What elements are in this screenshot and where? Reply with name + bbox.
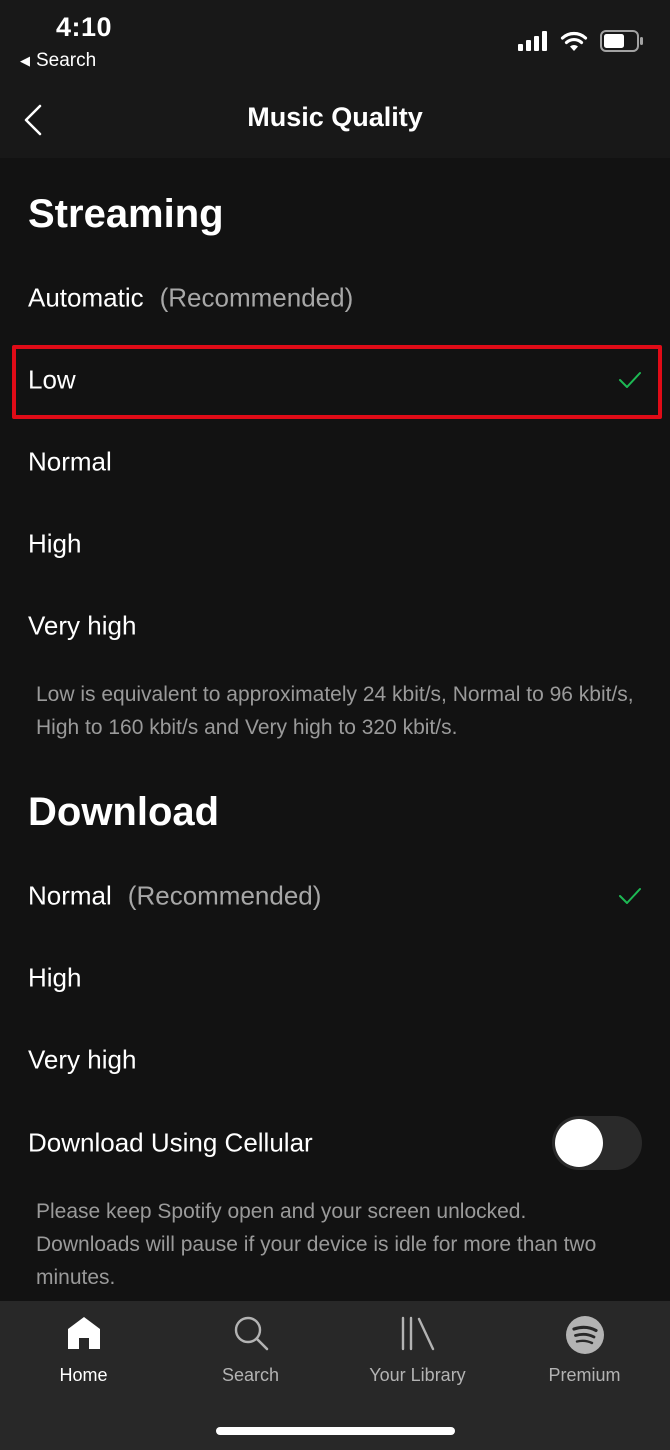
- wifi-icon: [560, 31, 588, 51]
- option-label: Normal (Recommended): [28, 881, 321, 912]
- checkmark-icon: [619, 888, 641, 904]
- option-text: High: [28, 962, 82, 993]
- option-text: Normal: [28, 880, 112, 911]
- download-option-high[interactable]: High: [0, 937, 670, 1019]
- download-cellular-toggle[interactable]: [552, 1116, 642, 1170]
- download-cellular-row: Download Using Cellular: [0, 1102, 670, 1184]
- option-label: Very high: [28, 1045, 136, 1076]
- streaming-option-very-high[interactable]: Very high: [0, 585, 670, 667]
- streaming-option-normal[interactable]: Normal: [0, 421, 670, 503]
- search-icon: [234, 1316, 268, 1351]
- tab-your-library[interactable]: Your Library: [334, 1301, 501, 1411]
- back-triangle-icon: ◀: [20, 53, 30, 68]
- tab-search[interactable]: Search: [167, 1301, 334, 1411]
- tab-your-library-label: Your Library: [369, 1365, 466, 1385]
- option-recommended: (Recommended): [127, 880, 322, 911]
- spotify-logo-icon: [565, 1316, 604, 1354]
- option-label: High: [28, 529, 81, 560]
- tab-home[interactable]: Home: [0, 1301, 167, 1411]
- streaming-option-high[interactable]: High: [0, 503, 670, 585]
- battery-icon: [600, 30, 643, 52]
- toggle-knob: [555, 1119, 603, 1167]
- streaming-section-title: Streaming: [28, 192, 224, 236]
- tab-search-label: Search: [221, 1365, 280, 1385]
- tab-home-label: Home: [59, 1365, 108, 1385]
- selection-highlight: [12, 345, 662, 419]
- option-text: High: [28, 528, 82, 559]
- nav-bar: Music Quality: [0, 80, 670, 158]
- download-option-normal[interactable]: Normal (Recommended): [0, 855, 670, 937]
- streaming-note: Low is equivalent to approximately 24 kb…: [36, 683, 634, 739]
- status-icons: [518, 30, 644, 52]
- option-recommended: (Recommended): [159, 282, 354, 313]
- home-icon: [67, 1317, 100, 1349]
- option-label: Very high: [28, 611, 136, 642]
- home-indicator: [216, 1427, 455, 1435]
- option-label: Automatic (Recommended): [28, 283, 353, 314]
- option-text: Normal: [28, 446, 112, 477]
- library-icon: [401, 1316, 434, 1351]
- option-text: Automatic: [28, 282, 144, 313]
- download-option-very-high[interactable]: Very high: [0, 1019, 670, 1101]
- option-text: Very high: [28, 1044, 137, 1075]
- option-label: High: [28, 963, 81, 994]
- streaming-option-automatic[interactable]: Automatic (Recommended): [0, 257, 670, 339]
- cellular-signal-icon: [518, 31, 547, 51]
- status-back-label: Search: [36, 50, 97, 71]
- status-bar: 4:10 ◀ Search: [0, 0, 670, 80]
- tab-premium-label: Premium: [548, 1365, 621, 1385]
- tab-premium[interactable]: Premium: [501, 1301, 668, 1411]
- download-note: Please keep Spotify open and your screen…: [36, 1200, 597, 1289]
- download-cellular-label: Download Using Cellular: [28, 1127, 313, 1158]
- status-back-to-search[interactable]: ◀ Search: [20, 50, 96, 72]
- download-section-title: Download: [28, 790, 220, 834]
- status-time: 4:10: [56, 12, 113, 42]
- option-label: Normal: [28, 447, 112, 478]
- page-title: Music Quality: [247, 102, 423, 132]
- option-text: Very high: [28, 610, 137, 641]
